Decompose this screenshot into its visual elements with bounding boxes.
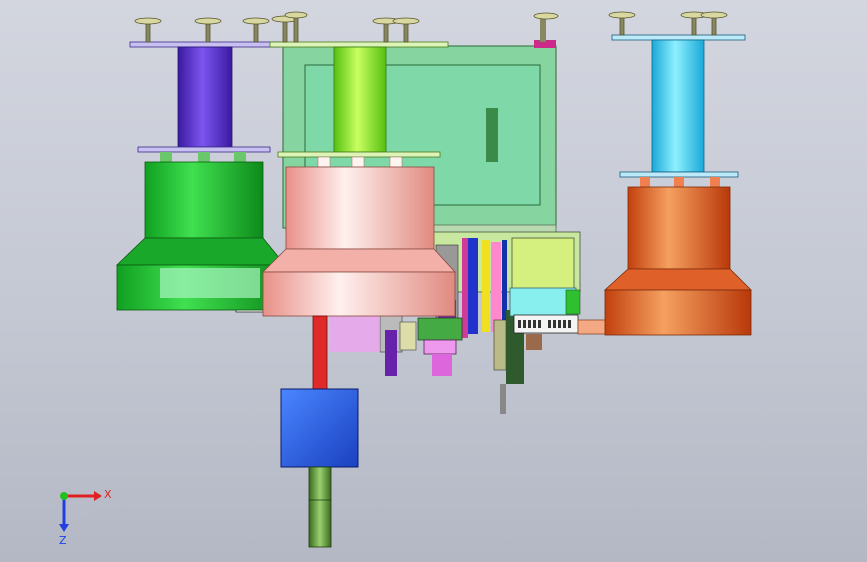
x-axis-label: X [104,488,112,501]
right-spool-assembly [603,34,752,336]
z-axis-label: Z [59,534,67,547]
y-axis-dot [60,492,68,500]
left-spool-assembly [116,41,286,311]
machine-assembly [116,11,752,548]
coordinate-triad: X Z [56,484,112,547]
cad-viewport[interactable]: X Z [0,0,867,562]
